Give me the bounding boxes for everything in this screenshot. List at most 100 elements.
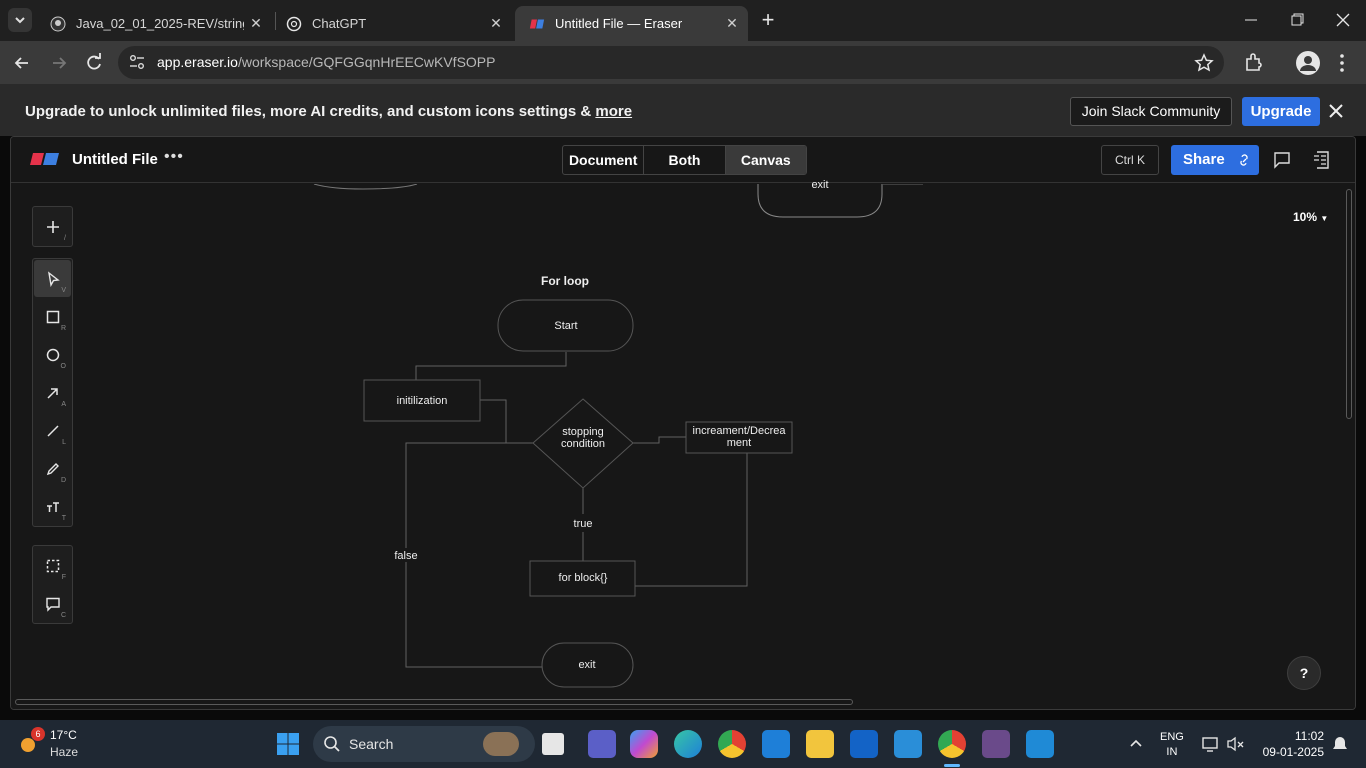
false-edge-label[interactable]: false — [386, 550, 426, 562]
diagram-canvas[interactable]: exit For loop Start initilization stoppi… — [11, 179, 1355, 709]
close-tab-icon[interactable]: ✕ — [248, 15, 264, 31]
input-language[interactable]: ENG IN — [1160, 730, 1184, 760]
weather-temperature[interactable]: 17°C — [50, 728, 77, 742]
comments-icon[interactable] — [1273, 151, 1291, 169]
address-bar[interactable]: app.eraser.io/workspace/GQFGGqnHrEECwKVf… — [118, 46, 1224, 79]
forward-icon[interactable] — [47, 51, 71, 75]
reload-icon[interactable] — [82, 51, 106, 75]
chrome-icon[interactable] — [718, 730, 746, 758]
browser-toolbar: app.eraser.io/workspace/GQFGGqnHrEECwKVf… — [0, 41, 1366, 84]
link-icon[interactable] — [1237, 145, 1251, 186]
upgrade-banner: Upgrade to unlock unlimited files, more … — [0, 84, 1366, 136]
close-tab-icon[interactable]: ✕ — [724, 15, 740, 31]
teams-icon[interactable] — [588, 730, 616, 758]
taskbar-search[interactable]: Search — [313, 726, 535, 762]
line-tool[interactable]: L — [34, 412, 71, 449]
diagram-title[interactable]: For loop — [525, 275, 605, 287]
browser-menu-icon[interactable] — [1330, 51, 1354, 75]
comment-tool[interactable]: C — [34, 585, 71, 622]
browser-tab-github[interactable]: Java_02_01_2025-REV/strings_ja ✕ — [36, 6, 272, 41]
join-slack-button[interactable]: Join Slack Community — [1070, 97, 1232, 126]
network-icon[interactable] — [1201, 734, 1221, 754]
block-label[interactable]: for block{} — [538, 572, 628, 584]
clock-date[interactable]: 09-01-2025 — [1252, 745, 1324, 759]
horizontal-scrollbar[interactable] — [15, 699, 853, 705]
url-host: app.eraser.io — [157, 54, 238, 70]
help-button[interactable]: ? — [1287, 656, 1321, 690]
select-tool[interactable]: V — [34, 260, 71, 297]
chevron-up-icon[interactable] — [1127, 735, 1145, 753]
banner-more-link[interactable]: more — [595, 103, 632, 120]
tab-search-button[interactable] — [8, 8, 32, 32]
notification-icon[interactable] — [1332, 735, 1348, 753]
tool-shortcut: V — [61, 287, 66, 294]
zoom-control[interactable]: 10% ▼ — [1293, 210, 1328, 224]
rectangle-tool[interactable]: R — [34, 298, 71, 335]
condition-label-line1: stopping — [562, 426, 604, 438]
tool-shortcut: T — [61, 515, 66, 522]
top-exit-label[interactable]: exit — [800, 179, 840, 191]
game-app-icon[interactable] — [982, 730, 1010, 758]
view-both-button[interactable]: Both — [644, 146, 726, 174]
view-document-button[interactable]: Document — [563, 146, 645, 174]
copilot-icon[interactable] — [630, 730, 658, 758]
windows-start-icon[interactable] — [276, 732, 300, 756]
init-label[interactable]: initilization — [372, 395, 472, 407]
browser-tab-chatgpt[interactable]: ChatGPT ✕ — [272, 6, 512, 41]
close-window-icon[interactable] — [1335, 10, 1351, 30]
store-icon[interactable] — [762, 730, 790, 758]
task-view-icon[interactable] — [542, 733, 564, 755]
file-title[interactable]: Untitled File — [72, 151, 158, 168]
new-tab-button[interactable]: + — [758, 8, 778, 32]
eraser-logo-icon[interactable] — [28, 152, 62, 166]
arrow-icon — [46, 387, 58, 399]
exit-label[interactable]: exit — [567, 659, 607, 671]
banner-text: Upgrade to unlock unlimited files, more … — [25, 103, 632, 120]
active-app-indicator — [944, 764, 960, 767]
arrow-tool[interactable]: A — [34, 374, 71, 411]
chrome-profile-icon[interactable] — [938, 730, 966, 758]
minimize-icon[interactable] — [1243, 10, 1259, 30]
document-outline-icon[interactable] — [1313, 150, 1331, 170]
back-icon[interactable] — [10, 51, 34, 75]
start-label[interactable]: Start — [536, 320, 596, 332]
tool-shortcut: / — [64, 235, 66, 242]
view-canvas-button[interactable]: Canvas — [725, 146, 806, 174]
frame-tool[interactable]: F — [34, 547, 71, 584]
cursor-icon — [47, 270, 60, 287]
vertical-scrollbar[interactable] — [1346, 189, 1352, 419]
search-highlight-icon — [483, 732, 519, 756]
restore-icon[interactable] — [1289, 10, 1305, 30]
condition-label[interactable]: stopping condition — [543, 426, 623, 450]
clock-time[interactable]: 11:02 — [1262, 729, 1324, 743]
increment-label[interactable]: increament/Decrea ment — [687, 425, 791, 449]
tab-title: Untitled File — Eraser — [555, 16, 683, 31]
tab-title: Java_02_01_2025-REV/strings_ja — [76, 16, 244, 31]
share-button[interactable]: Share — [1171, 145, 1259, 175]
notes-app-icon[interactable] — [894, 730, 922, 758]
vscode-icon[interactable] — [1026, 730, 1054, 758]
edge-cond-incr — [633, 436, 686, 444]
close-banner-icon[interactable] — [1326, 99, 1346, 123]
true-edge-label[interactable]: true — [563, 518, 603, 530]
site-settings-icon[interactable] — [128, 53, 146, 71]
weather-badge: 6 — [31, 727, 45, 741]
profile-avatar[interactable] — [1296, 51, 1320, 75]
weather-description[interactable]: Haze — [50, 745, 78, 759]
close-tab-icon[interactable]: ✕ — [488, 15, 504, 31]
browser-tab-eraser[interactable]: Untitled File — Eraser ✕ — [515, 6, 748, 41]
text-tool[interactable]: T — [34, 488, 71, 525]
search-icon — [323, 735, 341, 753]
file-menu-icon[interactable]: ••• — [164, 148, 184, 166]
outlook-icon[interactable] — [850, 730, 878, 758]
draw-tool[interactable]: D — [34, 450, 71, 487]
bookmark-star-icon[interactable] — [1194, 53, 1214, 73]
file-explorer-icon[interactable] — [806, 730, 834, 758]
command-palette-button[interactable]: Ctrl K — [1101, 145, 1159, 175]
edge-icon[interactable] — [674, 730, 702, 758]
upgrade-button[interactable]: Upgrade — [1242, 97, 1320, 126]
ellipse-tool[interactable]: O — [34, 336, 71, 373]
add-button[interactable]: / — [34, 208, 71, 245]
volume-muted-icon[interactable] — [1226, 734, 1246, 754]
extensions-icon[interactable] — [1242, 51, 1266, 75]
